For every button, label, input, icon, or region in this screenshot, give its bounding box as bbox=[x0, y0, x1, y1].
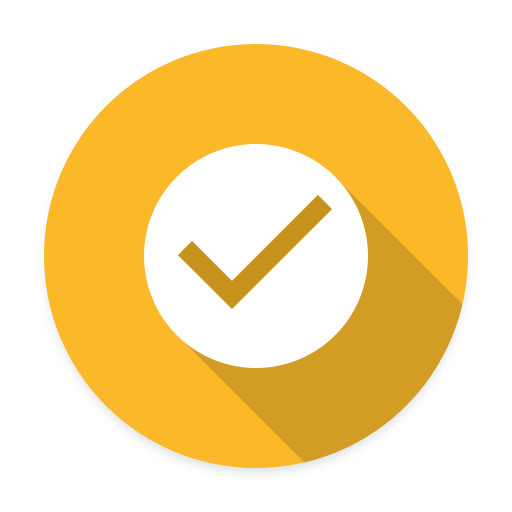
circle-badge-icon bbox=[144, 144, 368, 368]
app-icon bbox=[44, 44, 468, 472]
app-icon-canvas bbox=[0, 0, 512, 512]
